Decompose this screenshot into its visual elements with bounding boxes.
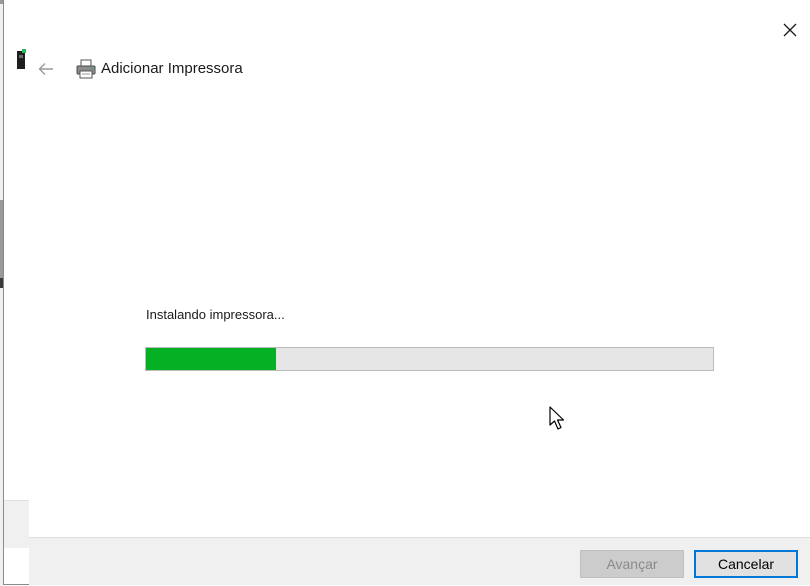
background-app-icon bbox=[17, 49, 26, 69]
screen: Adicionar Impressora Instalando impresso… bbox=[0, 0, 810, 586]
install-progress-bar bbox=[145, 347, 714, 371]
dialog-footer: Avançar Cancelar bbox=[29, 537, 810, 585]
back-arrow-icon bbox=[38, 63, 53, 75]
install-progress-fill bbox=[146, 348, 277, 370]
add-printer-dialog: Adicionar Impressora Instalando impresso… bbox=[3, 0, 810, 585]
footer-left-panel bbox=[4, 500, 29, 548]
cancel-button[interactable]: Cancelar bbox=[694, 550, 798, 578]
printer-icon bbox=[76, 59, 96, 79]
dialog-title: Adicionar Impressora bbox=[101, 60, 243, 77]
close-button[interactable] bbox=[774, 14, 806, 46]
mouse-cursor-icon bbox=[549, 406, 565, 430]
back-button[interactable] bbox=[33, 57, 59, 81]
install-status-text: Instalando impressora... bbox=[146, 307, 285, 322]
close-icon bbox=[783, 23, 797, 37]
next-button[interactable]: Avançar bbox=[580, 550, 684, 578]
